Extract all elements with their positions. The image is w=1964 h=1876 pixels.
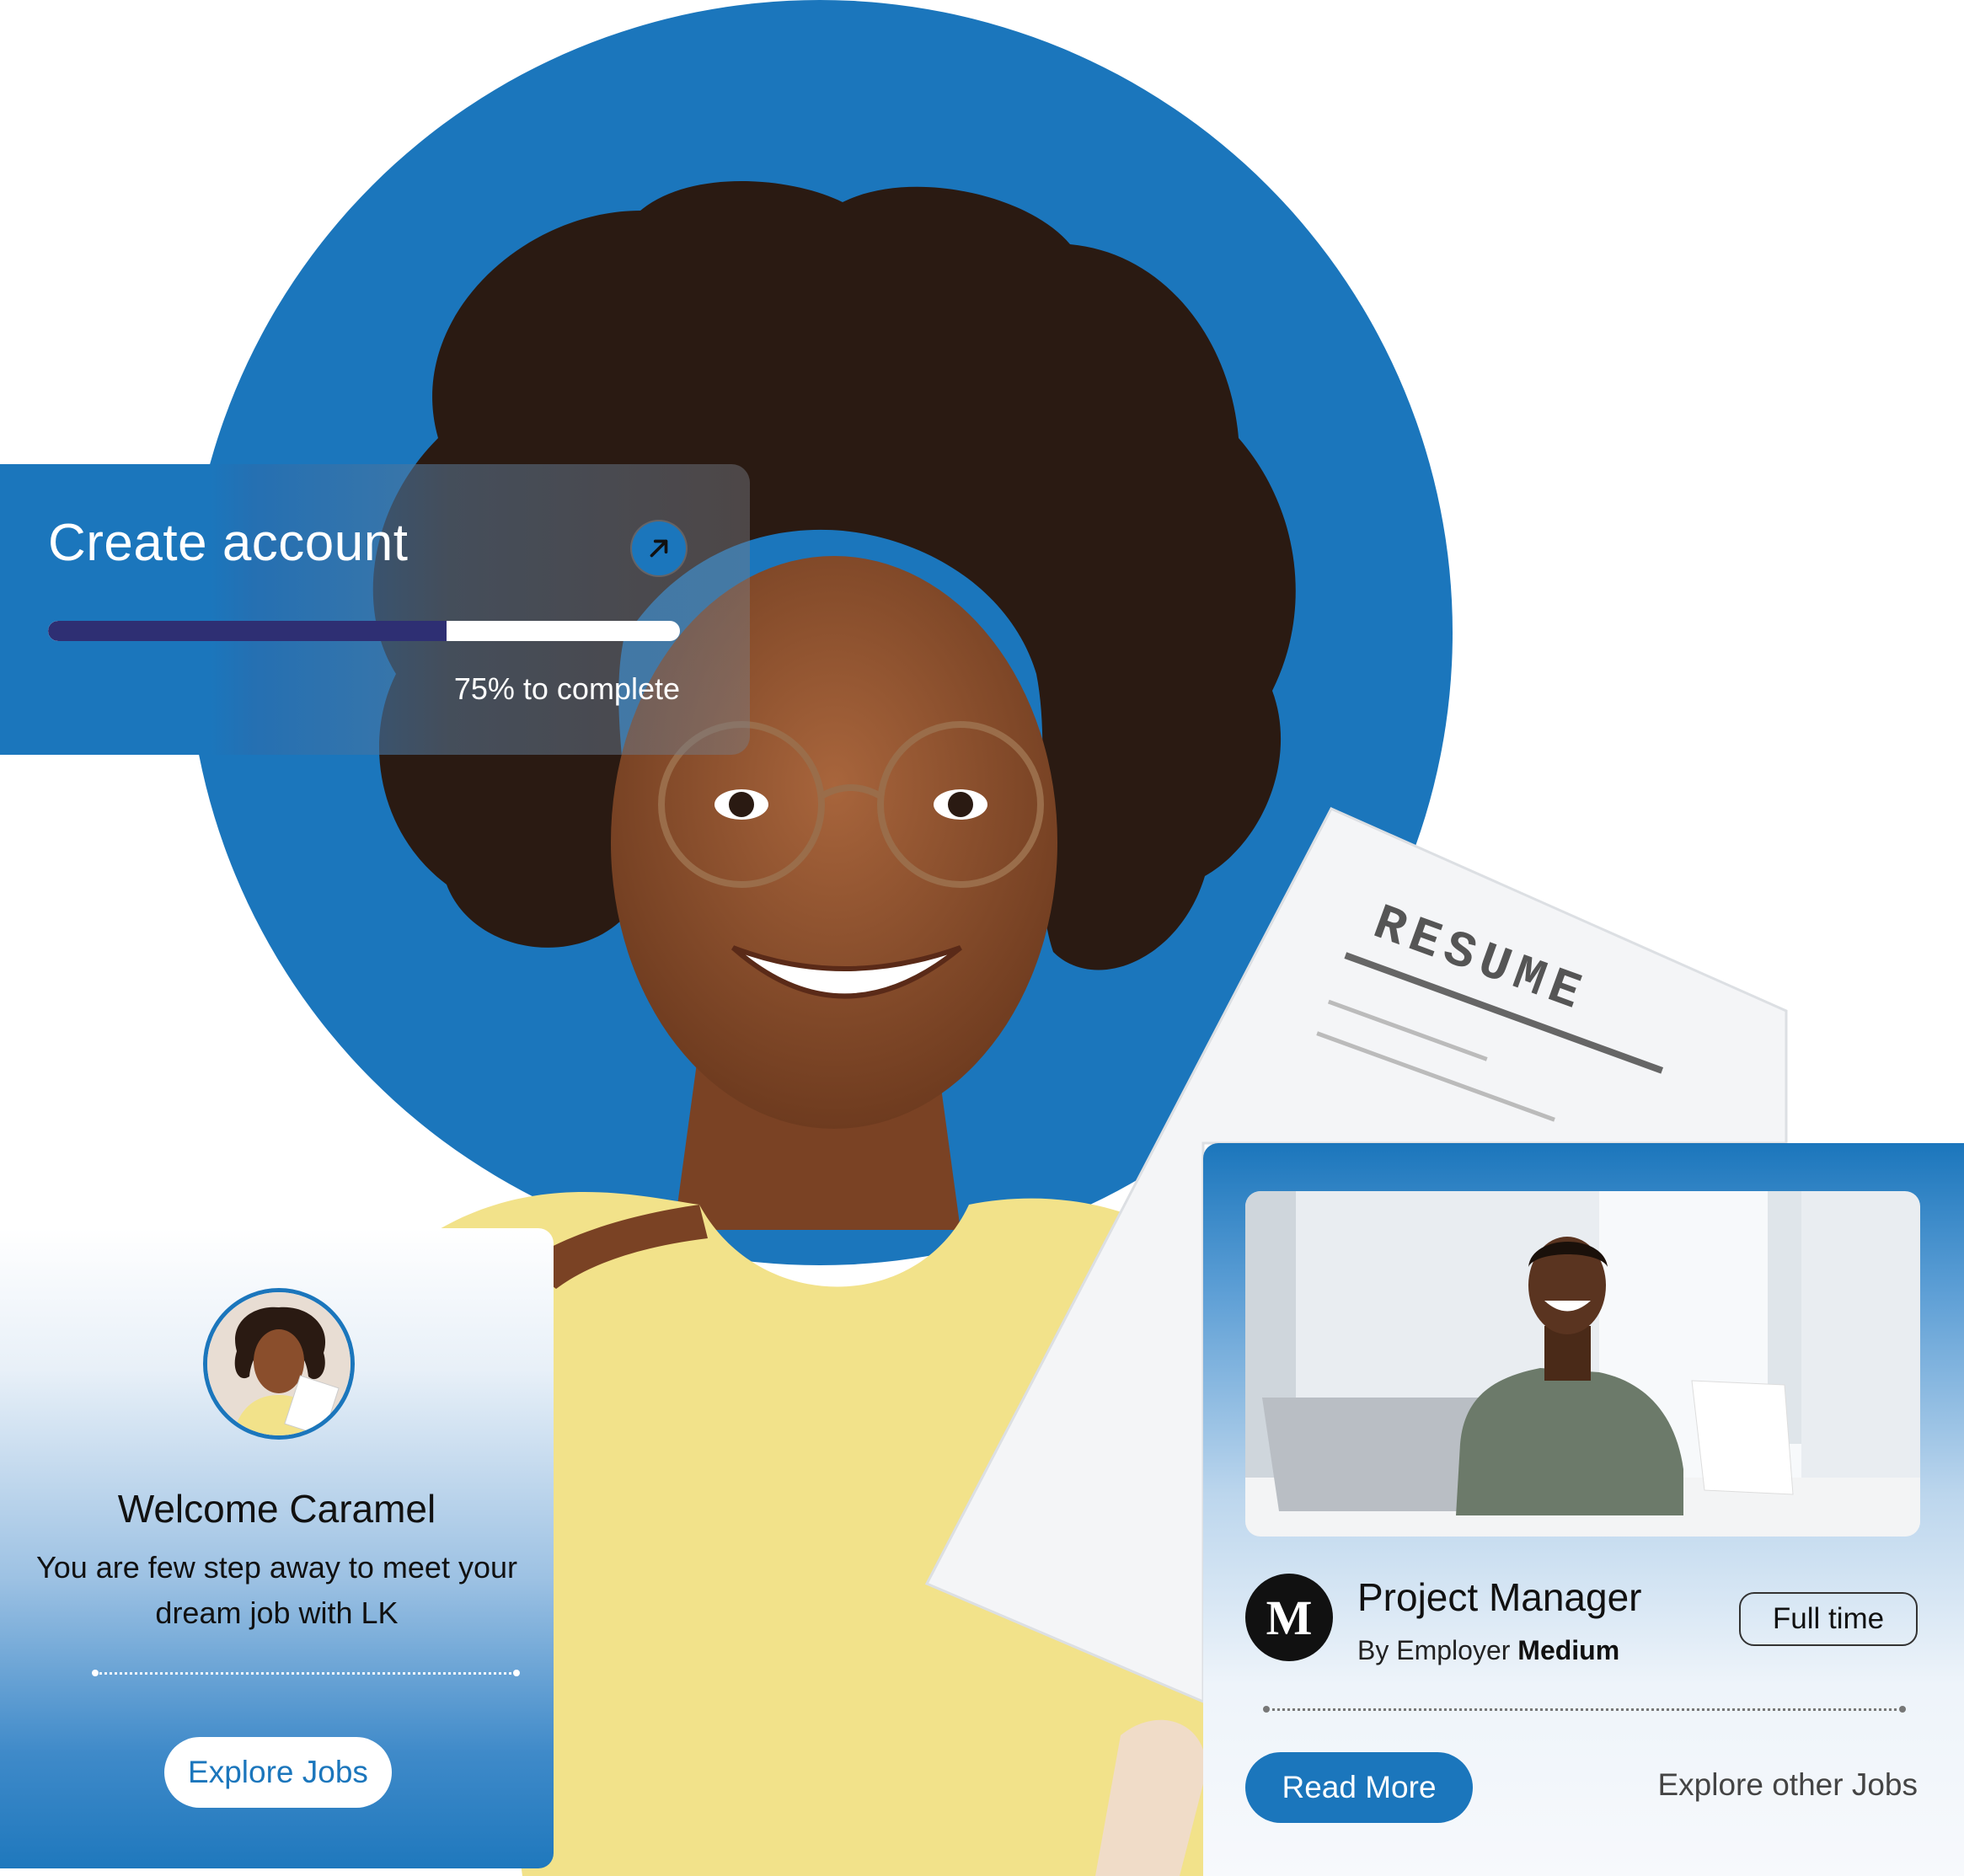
progress-card-title: Create account xyxy=(48,514,409,572)
explore-other-jobs-link[interactable]: Explore other Jobs xyxy=(1657,1767,1918,1803)
job-title: Project Manager xyxy=(1357,1575,1642,1619)
progress-bar-fill xyxy=(48,621,447,641)
welcome-message: You are few step away to meet your dream… xyxy=(36,1550,517,1630)
job-divider xyxy=(1263,1706,1906,1713)
job-photo xyxy=(1245,1191,1920,1537)
create-account-progress-card: Create account 75% to complete xyxy=(0,464,750,755)
job-card: M Project Manager By Employer Medium Ful… xyxy=(1203,1143,1964,1876)
welcome-title: Welcome Caramel xyxy=(117,1487,436,1531)
progress-caption: 75% to complete xyxy=(453,671,680,706)
create-account-arrow-button[interactable] xyxy=(632,521,686,575)
job-employer: By Employer Medium xyxy=(1357,1635,1619,1666)
welcome-divider xyxy=(92,1670,520,1676)
avatar xyxy=(203,1288,355,1440)
progress-bar xyxy=(48,621,680,641)
job-type-badge: Full time xyxy=(1739,1592,1918,1646)
employer-name: Medium xyxy=(1517,1635,1620,1665)
explore-jobs-button[interactable]: Explore Jobs xyxy=(164,1737,392,1808)
read-more-button[interactable]: Read More xyxy=(1245,1752,1473,1823)
arrow-up-right-icon xyxy=(650,539,668,558)
welcome-card: Welcome Caramel You are few step away to… xyxy=(0,1228,554,1868)
employer-logo: M xyxy=(1245,1574,1333,1661)
employer-prefix: By Employer xyxy=(1357,1635,1518,1665)
